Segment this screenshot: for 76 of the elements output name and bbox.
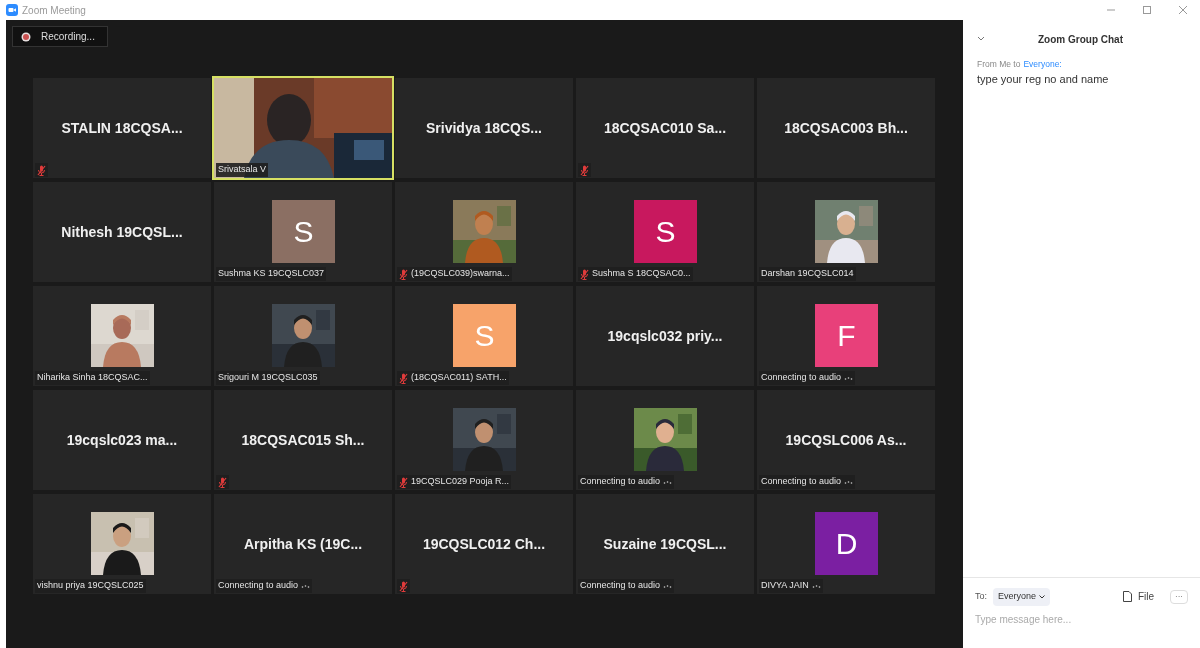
audio-status: Connecting to audio (761, 475, 842, 489)
participant-tile[interactable]: Srivatsala V (214, 78, 392, 178)
participant-name: STALIN 18CQSA... (61, 118, 183, 138)
recipient-dropdown[interactable]: Everyone (993, 588, 1051, 606)
participant-tile[interactable]: 19CQSLC029 Pooja R... (395, 390, 573, 490)
participant-tile[interactable]: S (18CQSAC011) SATH... (395, 286, 573, 386)
participant-tile[interactable]: 19cqslc032 priy... (576, 286, 754, 386)
initial-avatar: S (634, 200, 697, 263)
participant-name: Niharika Sinha 18CQSAC... (37, 371, 148, 385)
participant-name: 19cqslc023 ma... (66, 430, 178, 450)
initial-avatar: S (272, 200, 335, 263)
recording-label: Recording... (41, 30, 95, 44)
message-text: type your reg no and name (977, 71, 1110, 87)
participant-name: 18CQSAC010 Sa... (603, 118, 727, 138)
participant-name: (19CQSLC039)swarna... (411, 267, 510, 281)
more-button[interactable]: ··· (1170, 589, 1188, 604)
record-dot-icon (21, 31, 31, 42)
participant-tile[interactable]: Nithesh 19CQSL... (33, 182, 211, 282)
participant-tile[interactable]: 18CQSAC003 Bh... (757, 78, 935, 178)
participant-name: Suzaine 19CQSL... (603, 534, 727, 554)
initial-avatar: F (815, 304, 878, 367)
participant-name: vishnu priya 19CQSLC025 (37, 579, 144, 593)
participant-name: Nithesh 19CQSL... (61, 222, 183, 242)
participant-tile[interactable]: F Connecting to audio (757, 286, 935, 386)
audio-status: Connecting to audio (218, 579, 299, 593)
participant-tile[interactable]: Arpitha KS (19C... Connecting to audio (214, 494, 392, 594)
maximize-icon[interactable] (1142, 5, 1152, 15)
participant-name: Arpitha KS (19C... (243, 534, 363, 554)
participant-tile[interactable]: S Sushma KS 19CQSLC037 (214, 182, 392, 282)
audio-status: Connecting to audio (761, 371, 842, 385)
participant-name: 18CQSAC015 Sh... (241, 430, 365, 450)
file-icon (1122, 591, 1132, 603)
initial-avatar: S (453, 304, 516, 367)
participant-tile[interactable]: Niharika Sinha 18CQSAC... (33, 286, 211, 386)
participant-tile[interactable]: 19cqslc023 ma... (33, 390, 211, 490)
message-sender: From Me to (977, 58, 1021, 71)
participant-name: Sushma S 18CQSAC0... (592, 267, 691, 281)
participant-name: 19cqslc032 priy... (607, 326, 723, 346)
participant-tile[interactable]: Darshan 19CQSLC014 (757, 182, 935, 282)
participant-name: 18CQSAC003 Bh... (784, 118, 908, 138)
participant-name: Srivatsala V (218, 163, 267, 177)
participant-tile[interactable]: (19CQSLC039)swarna... (395, 182, 573, 282)
caret-icon (1039, 594, 1046, 599)
app-logo-icon (6, 4, 18, 16)
participant-tile[interactable]: STALIN 18CQSA... (33, 78, 211, 178)
participant-name: (18CQSAC011) SATH... (411, 371, 507, 385)
participant-name: Srigouri M 19CQSLC035 (218, 371, 318, 385)
audio-status: Connecting to audio (580, 475, 661, 489)
participant-name: Sushma KS 19CQSLC037 (218, 267, 325, 281)
participant-name: 19CQSLC012 Ch... (422, 534, 546, 554)
participant-tile[interactable]: vishnu priya 19CQSLC025 (33, 494, 211, 594)
participant-tile[interactable]: 19CQSLC012 Ch... (395, 494, 573, 594)
participant-tile[interactable]: Suzaine 19CQSL... Connecting to audio (576, 494, 754, 594)
initial-avatar: D (815, 512, 878, 575)
to-label: To: (975, 590, 987, 603)
participant-tile[interactable]: 18CQSAC015 Sh... (214, 390, 392, 490)
participant-name: 19CQSLC029 Pooja R... (411, 475, 510, 489)
message-recipient-link[interactable]: Everyone: (1023, 58, 1062, 71)
participant-name: Srividya 18CQS... (426, 118, 542, 138)
participant-tile[interactable]: D DIVYA JAIN (757, 494, 935, 594)
message-input[interactable]: Type message here... (975, 611, 1188, 627)
close-icon[interactable] (1178, 5, 1188, 15)
participant-tile[interactable]: Srigouri M 19CQSLC035 (214, 286, 392, 386)
participant-tile[interactable]: Srividya 18CQS... (395, 78, 573, 178)
chat-title: Zoom Group Chat (1037, 32, 1124, 47)
participant-tile[interactable]: Connecting to audio (576, 390, 754, 490)
audio-status: DIVYA JAIN (761, 579, 809, 593)
file-button[interactable]: File (1122, 589, 1154, 605)
participant-tile[interactable]: 19CQSLC006 As... Connecting to audio (757, 390, 935, 490)
participant-name: 19CQSLC006 As... (785, 430, 907, 450)
participant-name: Darshan 19CQSLC014 (761, 267, 854, 281)
chevron-down-icon[interactable] (977, 36, 985, 42)
participant-tile[interactable]: S Sushma S 18CQSAC0... (576, 182, 754, 282)
participant-tile[interactable]: 18CQSAC010 Sa... (576, 78, 754, 178)
audio-status: Connecting to audio (580, 579, 661, 593)
window-title: Zoom Meeting (22, 3, 86, 18)
